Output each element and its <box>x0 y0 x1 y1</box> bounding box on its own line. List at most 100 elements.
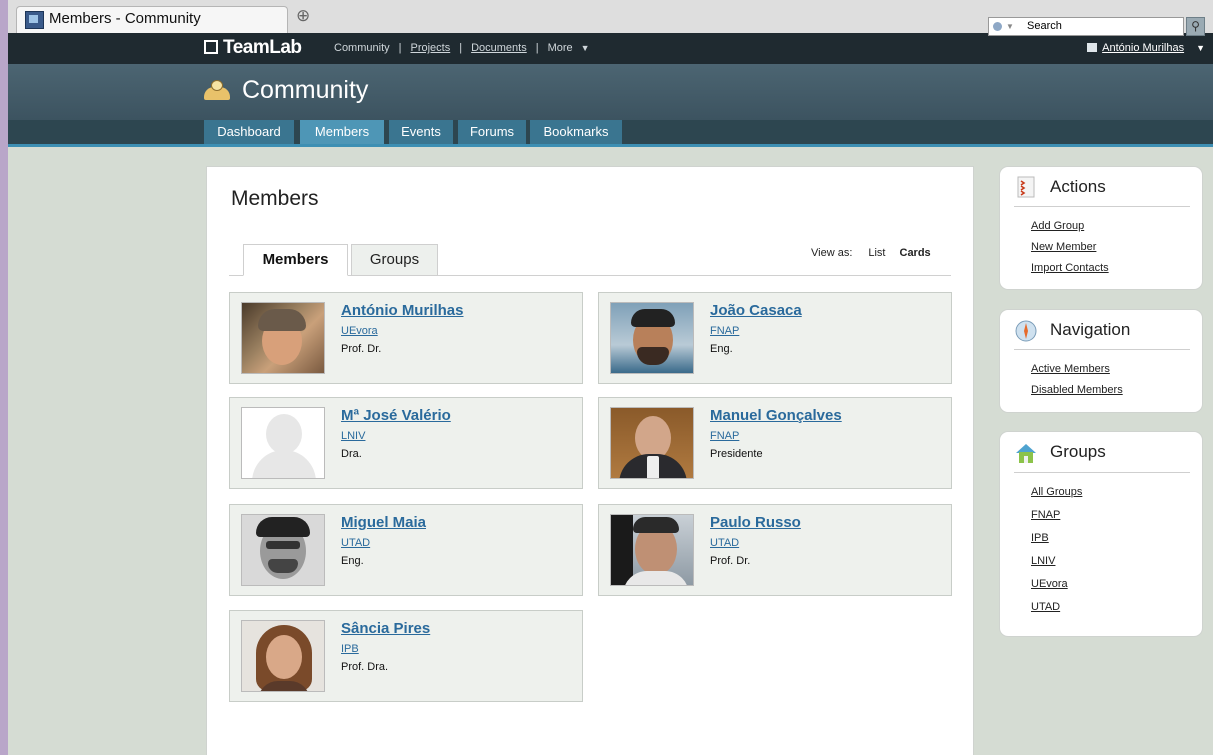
member-org-link[interactable]: LNIV <box>341 430 365 442</box>
module-nav: Dashboard Members Events Forums Bookmark… <box>8 120 1213 147</box>
more-chevron-down-icon[interactable]: ▼ <box>581 43 590 53</box>
tab-events[interactable]: Events <box>389 120 453 144</box>
search-input[interactable]: ▼ Search <box>988 17 1184 36</box>
group-link-uevora[interactable]: UEvora <box>1031 578 1068 590</box>
top-nav-separator: | <box>459 42 463 54</box>
community-icon <box>204 80 230 100</box>
top-nav-separator: | <box>398 42 402 54</box>
top-bar: TeamLab Community | Projects | Documents | Mor… <box>8 33 1213 64</box>
member-title: Presidente <box>710 448 763 460</box>
top-nav: Community | Projects | Documents | More ▼ <box>334 42 590 54</box>
member-org-link[interactable]: FNAP <box>710 325 739 337</box>
member-avatar[interactable] <box>610 302 694 374</box>
member-avatar[interactable] <box>241 302 325 374</box>
view-as-switch: View as: List Cards <box>811 247 931 259</box>
actions-divider <box>1014 206 1190 207</box>
browser-tab[interactable]: Members - Community <box>16 6 288 33</box>
member-name-link[interactable]: Sância Pires <box>341 620 430 637</box>
tab-bookmarks[interactable]: Bookmarks <box>530 120 622 144</box>
actions-title: Actions <box>1050 177 1106 196</box>
member-card: Paulo Russo UTAD Prof. Dr. <box>598 504 952 596</box>
compass-icon <box>1015 320 1037 342</box>
main-content: Members Members Groups View as: List Cards… <box>206 166 974 755</box>
top-nav-separator: | <box>535 42 539 54</box>
home-icon <box>1016 444 1036 463</box>
disabled-members-link[interactable]: Disabled Members <box>1031 384 1123 396</box>
top-nav-projects[interactable]: Projects <box>410 42 450 54</box>
window-border <box>0 33 8 755</box>
groups-title: Groups <box>1050 442 1106 461</box>
member-title: Prof. Dr. <box>341 343 382 355</box>
member-card: António Murilhas UEvora Prof. Dr. <box>229 292 583 384</box>
user-menu[interactable]: António Murilhas ▼ <box>1087 42 1205 54</box>
member-org-link[interactable]: IPB <box>341 643 359 655</box>
new-tab-icon[interactable]: ⊕ <box>296 6 310 26</box>
member-org-link[interactable]: UTAD <box>341 537 370 549</box>
user-chevron-down-icon[interactable]: ▼ <box>1196 43 1205 53</box>
groups-tab[interactable]: Groups <box>351 244 438 276</box>
groups-box: Groups All Groups FNAP IPB LNIV UEvora U… <box>999 431 1203 637</box>
member-avatar[interactable] <box>610 514 694 586</box>
search-scope-chevron-icon[interactable]: ▼ <box>1006 18 1014 35</box>
view-cards-current: Cards <box>899 247 931 259</box>
navigation-divider <box>1014 349 1190 350</box>
groups-divider <box>1014 472 1190 473</box>
member-avatar-placeholder[interactable] <box>241 407 325 479</box>
browser-tab-title: Members - Community <box>49 10 201 27</box>
active-members-link[interactable]: Active Members <box>1031 363 1110 375</box>
member-name-link[interactable]: António Murilhas <box>341 302 464 319</box>
member-title: Eng. <box>710 343 733 355</box>
tab-dashboard[interactable]: Dashboard <box>204 120 294 144</box>
top-nav-documents[interactable]: Documents <box>471 42 527 54</box>
member-avatar[interactable] <box>241 620 325 692</box>
member-card: Sância Pires IPB Prof. Dra. <box>229 610 583 702</box>
search-placeholder: Search <box>1027 20 1062 32</box>
member-org-link[interactable]: UTAD <box>710 537 739 549</box>
tab-members[interactable]: Members <box>300 120 384 144</box>
new-member-link[interactable]: New Member <box>1031 241 1096 253</box>
add-group-link[interactable]: Add Group <box>1031 220 1084 232</box>
module-title: Community <box>204 76 368 105</box>
search-icon: ⚲ <box>1191 19 1200 33</box>
group-link-lniv[interactable]: LNIV <box>1031 555 1055 567</box>
member-name-link[interactable]: Mª José Valério <box>341 407 451 424</box>
member-avatar[interactable] <box>241 514 325 586</box>
view-list-link[interactable]: List <box>868 247 885 259</box>
member-org-link[interactable]: UEvora <box>341 325 378 337</box>
teamlab-logo-icon <box>204 40 218 54</box>
module-title-text: Community <box>242 76 369 104</box>
member-card: João Casaca FNAP Eng. <box>598 292 952 384</box>
group-link-fnap[interactable]: FNAP <box>1031 509 1060 521</box>
group-link-utad[interactable]: UTAD <box>1031 601 1060 613</box>
member-title: Eng. <box>341 555 364 567</box>
user-name[interactable]: António Murilhas <box>1102 42 1184 54</box>
top-nav-community[interactable]: Community <box>334 42 390 54</box>
member-org-link[interactable]: FNAP <box>710 430 739 442</box>
group-link-ipb[interactable]: IPB <box>1031 532 1049 544</box>
tab-forums[interactable]: Forums <box>458 120 526 144</box>
navigation-title: Navigation <box>1050 320 1131 339</box>
user-icon <box>1087 43 1098 52</box>
member-title: Dra. <box>341 448 362 460</box>
actions-box: Actions Add Group New Member Import Cont… <box>999 166 1203 290</box>
member-name-link[interactable]: João Casaca <box>710 302 802 319</box>
member-name-link[interactable]: Paulo Russo <box>710 514 801 531</box>
top-nav-more[interactable]: More <box>548 42 573 54</box>
member-card: Mª José Valério LNIV Dra. <box>229 397 583 489</box>
view-as-label: View as: <box>811 247 853 259</box>
member-card: Miguel Maia UTAD Eng. <box>229 504 583 596</box>
member-title: Prof. Dra. <box>341 661 389 673</box>
teamlab-logo[interactable]: TeamLab <box>204 37 302 59</box>
navigation-box: Navigation Active Members Disabled Membe… <box>999 309 1203 413</box>
search-button[interactable]: ⚲ <box>1186 17 1205 36</box>
actions-checklist-icon <box>1017 176 1035 198</box>
members-tab[interactable]: Members <box>243 244 348 276</box>
member-name-link[interactable]: Miguel Maia <box>341 514 426 531</box>
member-avatar[interactable] <box>610 407 694 479</box>
member-name-link[interactable]: Manuel Gonçalves <box>710 407 842 424</box>
member-title: Prof. Dr. <box>710 555 751 567</box>
group-link-all[interactable]: All Groups <box>1031 486 1082 498</box>
page-title: Members <box>231 187 319 210</box>
search-scope-icon[interactable] <box>993 22 1002 31</box>
import-contacts-link[interactable]: Import Contacts <box>1031 262 1109 274</box>
